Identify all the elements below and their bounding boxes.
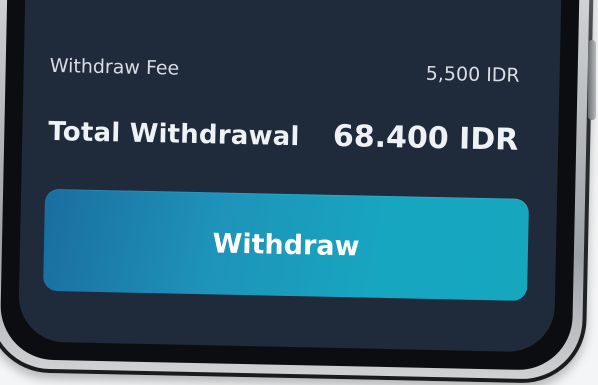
phone-rim: Withdraw Fee 5,500 IDR Total Withdrawal …	[0, 0, 590, 381]
total-withdrawal-value: 68.400 IDR	[332, 118, 519, 158]
withdraw-fee-row: Withdraw Fee 5,500 IDR	[24, 54, 560, 87]
phone-bezel: Withdraw Fee 5,500 IDR Total Withdrawal …	[0, 0, 580, 371]
withdraw-fee-label: Withdraw Fee	[49, 54, 180, 80]
total-withdrawal-row: Total Withdrawal 68.400 IDR	[22, 112, 559, 158]
withdraw-button[interactable]: Withdraw	[43, 188, 530, 301]
withdraw-fee-value: 5,500 IDR	[425, 62, 520, 87]
total-withdrawal-label: Total Withdrawal	[48, 116, 300, 153]
phone-screen: Withdraw Fee 5,500 IDR Total Withdrawal …	[17, 0, 562, 353]
phone-frame: Withdraw Fee 5,500 IDR Total Withdrawal …	[0, 0, 594, 385]
stage: Withdraw Fee 5,500 IDR Total Withdrawal …	[0, 0, 598, 385]
phone-side-button	[588, 40, 596, 120]
